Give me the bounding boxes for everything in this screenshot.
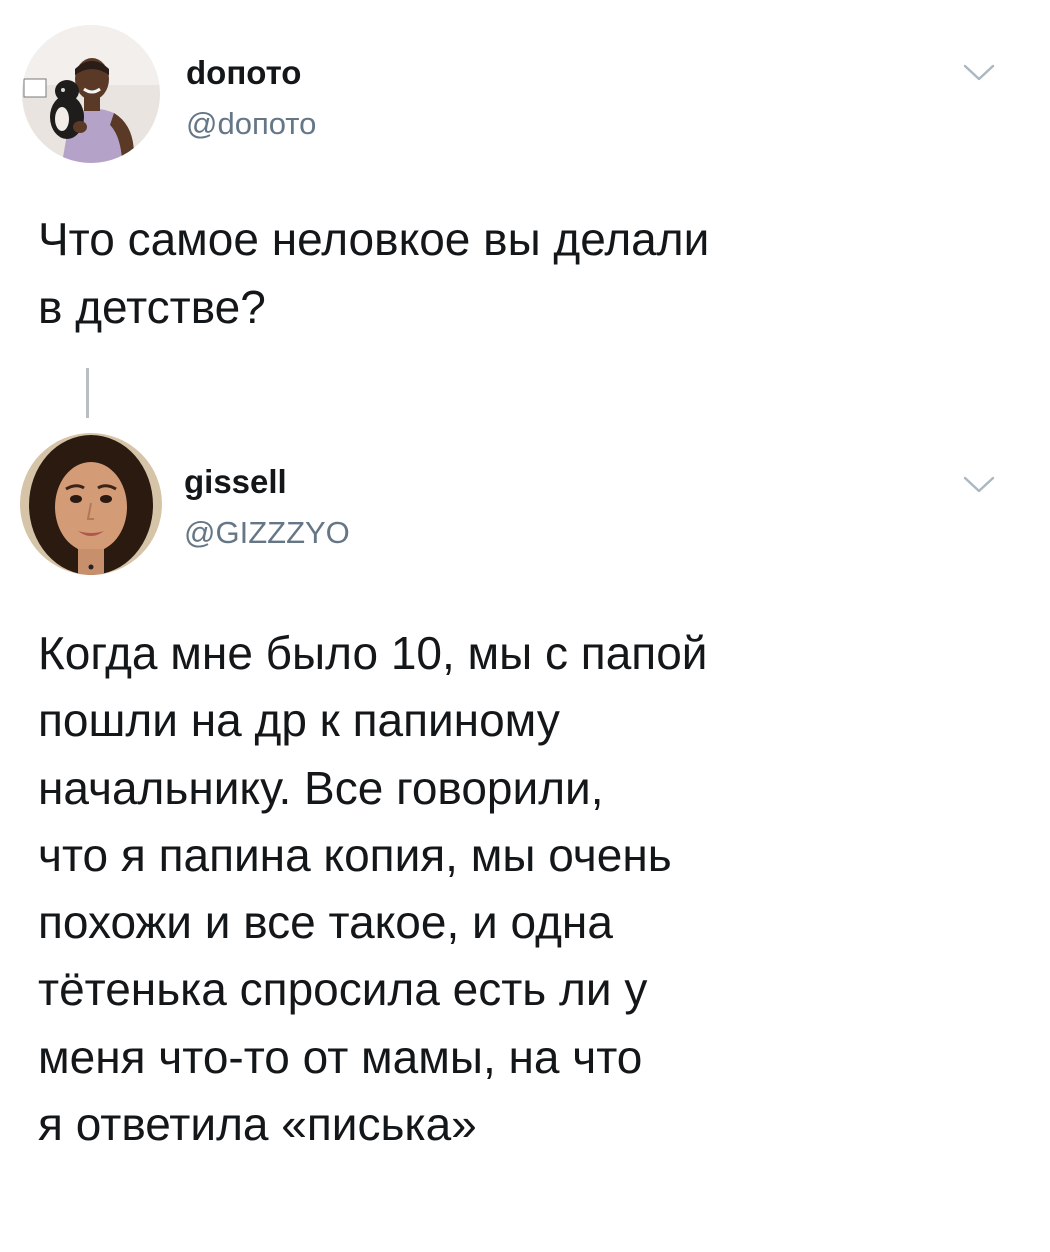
tweet-text: Когда мне было 10, мы с папой пошли на д… — [38, 627, 708, 1150]
chevron-down-icon[interactable] — [962, 474, 996, 496]
avatar-photo-icon — [20, 433, 162, 575]
user-handle[interactable]: @GIZZZYO — [184, 517, 350, 548]
tweet-2: gissell @GIZZZYO Когда мне было 10, мы с… — [0, 0, 1050, 1252]
user-name[interactable]: gissell — [184, 465, 287, 498]
avatar[interactable] — [20, 433, 162, 575]
